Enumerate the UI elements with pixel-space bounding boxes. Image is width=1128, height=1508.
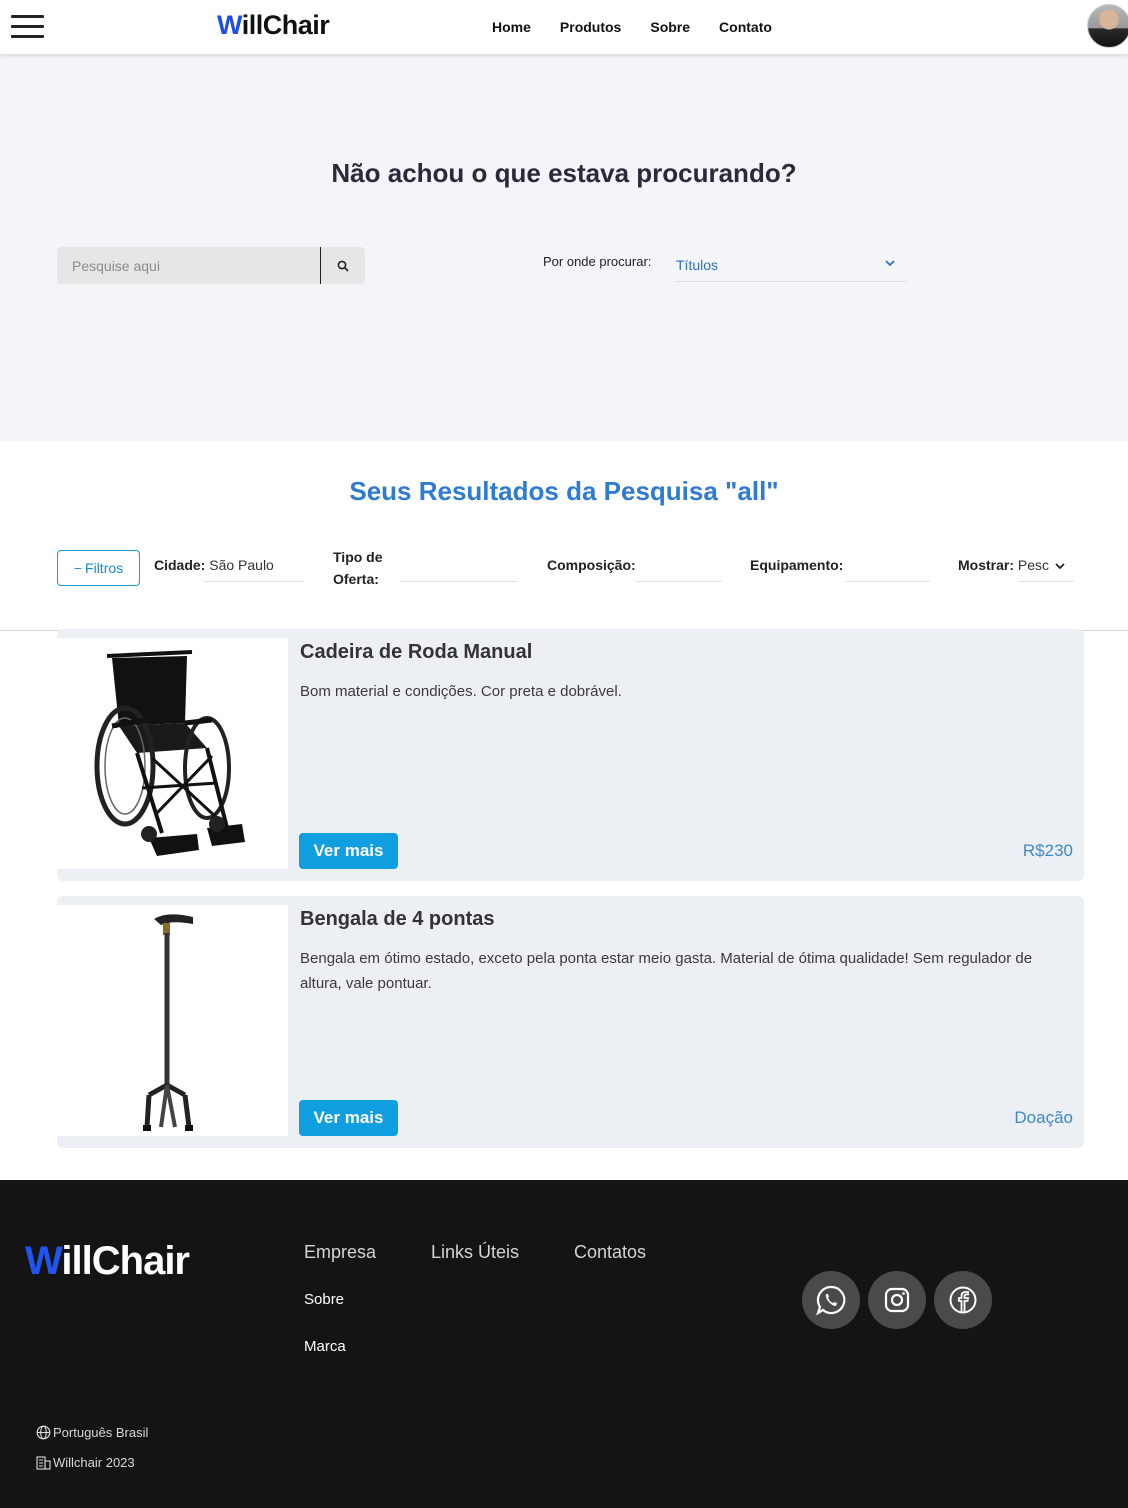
language-selector[interactable]: Português Brasil <box>36 1425 148 1440</box>
footer-link-sobre[interactable]: Sobre <box>304 1291 344 1308</box>
footer-col-empresa: Empresa <box>304 1242 377 1262</box>
product-title[interactable]: Cadeira de Roda Manual <box>300 641 532 664</box>
instagram-icon <box>884 1287 910 1313</box>
filter-equipamento-select[interactable] <box>846 581 930 582</box>
instagram-button[interactable] <box>868 1271 926 1329</box>
copyright-label: Willchair 2023 <box>53 1455 135 1470</box>
result-card: Bengala de 4 pontas Bengala em ótimo est… <box>57 896 1084 1148</box>
filter-tipo-label-line2: Oferta: <box>333 571 379 587</box>
filter-composicao-select[interactable] <box>636 581 722 582</box>
facebook-icon <box>949 1286 977 1314</box>
filter-tipo-oferta-label: Tipo de Oferta: <box>333 546 383 590</box>
product-image-wheelchair <box>57 638 288 869</box>
facebook-button[interactable] <box>934 1271 992 1329</box>
result-card: Cadeira de Roda Manual Bom material e co… <box>57 629 1084 881</box>
filter-cidade-underline <box>204 581 304 582</box>
filter-composicao-text: Composição: <box>547 557 636 573</box>
language-label: Português Brasil <box>53 1425 149 1440</box>
nav-home[interactable]: Home <box>492 19 531 35</box>
search-scope-label: Por onde procurar: <box>543 254 652 269</box>
nav-produtos[interactable]: Produtos <box>560 19 621 35</box>
footer-logo[interactable]: WillChair <box>25 1239 190 1284</box>
search-scope-select[interactable]: Títulos <box>676 250 907 282</box>
nav-contato[interactable]: Contato <box>719 19 772 35</box>
logo[interactable]: WillChair <box>217 10 330 41</box>
product-image-cane <box>57 905 288 1136</box>
minus-icon: − <box>73 560 83 576</box>
filter-tipo-oferta-select[interactable] <box>401 581 518 582</box>
search-button[interactable] <box>321 247 365 284</box>
product-price: Doação <box>1014 1108 1073 1127</box>
search-box <box>57 247 365 284</box>
building-icon <box>36 1455 51 1470</box>
footer-col-links: Links Úteis <box>431 1242 520 1262</box>
top-navbar: WillChair Home Produtos Sobre Contato <box>0 0 1128 54</box>
chevron-down-icon <box>1055 563 1065 570</box>
filter-tipo-label-line1: Tipo de <box>333 549 383 565</box>
product-price: R$230 <box>1022 841 1073 860</box>
search-section: Não achou o que estava procurando? Por o… <box>0 54 1128 441</box>
footer-col-contatos: Contatos <box>574 1242 647 1262</box>
footer-link-marca[interactable]: Marca <box>304 1338 346 1355</box>
filter-equipamento-text: Equipamento: <box>750 557 844 573</box>
filter-cidade[interactable]: Cidade: São Paulo <box>154 557 274 573</box>
results-title: Seus Resultados da Pesquisa "all" <box>349 476 779 506</box>
avatar[interactable] <box>1087 4 1128 48</box>
whatsapp-button[interactable] <box>802 1271 860 1329</box>
wheelchair-image <box>94 650 245 856</box>
search-title: Não achou o que estava procurando? <box>331 158 797 188</box>
ver-mais-button[interactable]: Ver mais <box>299 833 398 869</box>
product-title[interactable]: Bengala de 4 pontas <box>300 908 495 931</box>
globe-icon <box>36 1425 51 1440</box>
cane-image <box>143 914 193 1131</box>
filter-equipamento-label: Equipamento: <box>750 557 843 573</box>
nav-sobre[interactable]: Sobre <box>650 19 690 35</box>
filters-label: Filtros <box>85 560 124 576</box>
main-nav: Home Produtos Sobre Contato <box>492 19 801 35</box>
filter-mostrar[interactable]: Mostrar: Pesc <box>958 557 1065 573</box>
product-description: Bengala em ótimo estado, exceto pela pon… <box>300 950 1033 992</box>
filter-mostrar-underline <box>1018 581 1074 582</box>
footer: WillChair Empresa Links Úteis Contatos S… <box>0 1180 1128 1508</box>
ver-mais-button[interactable]: Ver mais <box>299 1100 398 1136</box>
menu-icon[interactable] <box>11 13 44 39</box>
copyright: Willchair 2023 <box>36 1455 135 1470</box>
filter-cidade-value: São Paulo <box>209 557 274 573</box>
search-input[interactable] <box>57 247 320 284</box>
filter-mostrar-value: Pesc <box>1017 557 1050 573</box>
search-icon <box>337 260 349 272</box>
filter-mostrar-label: Mostrar: <box>958 557 1015 573</box>
filters-button[interactable]: − Filtros <box>57 550 140 586</box>
filter-cidade-label: Cidade: <box>154 557 206 573</box>
filter-composicao-label: Composição: <box>547 557 636 573</box>
search-scope-value: Títulos <box>676 257 719 273</box>
chevron-down-icon <box>885 260 895 267</box>
whatsapp-icon <box>816 1285 846 1316</box>
product-description: Bom material e condições. Cor preta e do… <box>300 683 622 700</box>
